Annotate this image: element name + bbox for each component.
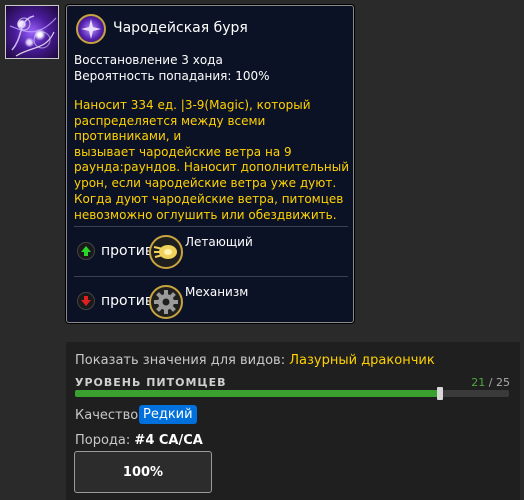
species-values-panel: Показать значения для видов: Лазурный др… — [66, 342, 520, 500]
ability-tooltip: Чародейская буря Восстановление 3 хода В… — [66, 5, 354, 323]
divider — [74, 226, 348, 227]
show-values-line: Показать значения для видов: Лазурный др… — [75, 353, 435, 368]
ability-title: Чародейская буря — [113, 20, 248, 36]
percent-button[interactable]: 100% — [74, 451, 212, 493]
level-slider-handle[interactable] — [437, 387, 443, 400]
breed-value: #4 СА/СА — [134, 433, 203, 448]
type-mechanical-label: Механизм — [185, 285, 249, 299]
vs-label-weak: против — [101, 293, 154, 309]
breed-line: Порода: #4 СА/СА — [75, 433, 203, 448]
species-link[interactable]: Лазурный дракончик — [289, 353, 434, 368]
quality-badge[interactable]: Редкий — [139, 405, 197, 424]
pet-level-label: УРОВЕНЬ ПИТОМЦЕВ — [75, 376, 227, 389]
divider — [74, 276, 348, 277]
arcane-storm-icon — [76, 14, 106, 44]
arrow-up-icon — [77, 242, 95, 260]
cooldown-text: Восстановление 3 хода — [74, 53, 223, 67]
vs-label-strong: против — [101, 243, 154, 259]
ability-note: Когда дуют чародейские ветра, питомцев н… — [74, 192, 344, 222]
type-flying-label: Летающий — [185, 235, 253, 249]
ability-description: Наносит 334 ед. |3-9(Magic), который рас… — [74, 98, 350, 190]
pet-level-count: 21 / 25 — [471, 376, 510, 389]
pet-level-slider[interactable] — [75, 387, 509, 400]
arrow-down-icon — [77, 292, 95, 310]
wing-icon — [149, 235, 183, 269]
level-fill — [75, 390, 440, 397]
gear-icon — [149, 285, 183, 319]
hit-chance-text: Вероятность попадания: 100% — [74, 69, 270, 83]
quality-label: Качество: — [75, 408, 143, 423]
ability-icon — [5, 5, 59, 59]
